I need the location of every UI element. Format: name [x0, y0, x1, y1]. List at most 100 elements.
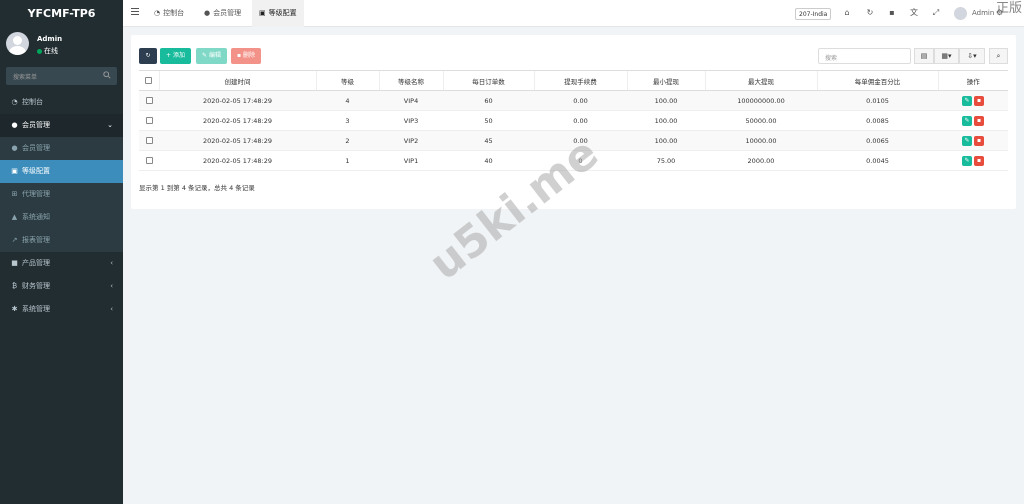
- column-header[interactable]: 提现手续费: [533, 70, 627, 91]
- row-checkbox-cell[interactable]: [139, 90, 159, 111]
- export-button[interactable]: ⇩▾: [959, 48, 985, 64]
- edit-row-icon[interactable]: ✎: [962, 115, 972, 126]
- menu-toggle-icon[interactable]: [131, 8, 139, 17]
- chart-icon: ↗: [11, 236, 18, 244]
- bell-icon: ▲: [11, 213, 18, 221]
- tab-level-config[interactable]: ▣ 等级配置: [252, 0, 304, 27]
- cell-level-name: VIP1: [379, 150, 443, 171]
- sidebar-item-level-config[interactable]: ▣ 等级配置: [0, 160, 123, 183]
- topbar-user-name[interactable]: Admin: [972, 9, 994, 17]
- chevron-left-icon: ‹: [110, 305, 113, 313]
- region-select[interactable]: 207-India: [795, 8, 832, 20]
- checkbox[interactable]: [145, 77, 153, 84]
- sitemap-icon: ⊞: [11, 190, 18, 198]
- tab-members[interactable]: ● 会员管理: [197, 0, 248, 27]
- sidebar-item-label: 财务管理: [22, 282, 50, 290]
- sidebar: YFCMF-TP6 Admin 在线 搜索菜单 ◔ 控制台 ● 会员管理 ⌄ ● 会员管…: [0, 0, 123, 504]
- sidebar-item-label: 控制台: [22, 98, 43, 106]
- members-submenu: ● 会员管理 ▣ 等级配置 ⊞ 代理管理 ▲ 系统通知 ↗ 报表管理: [0, 137, 123, 252]
- sidebar-item-member-manage[interactable]: ● 会员管理: [0, 137, 123, 160]
- brand-logo[interactable]: YFCMF-TP6: [0, 0, 123, 27]
- cell-daily-orders: 40: [443, 150, 534, 171]
- refresh-icon[interactable]: ↻: [865, 8, 875, 18]
- user-icon: ●: [11, 121, 18, 129]
- home-icon[interactable]: ⌂: [842, 8, 852, 18]
- checkbox[interactable]: [145, 117, 153, 124]
- sidebar-item-system[interactable]: ✱ 系统管理 ‹: [0, 298, 123, 321]
- row-checkbox-cell[interactable]: [139, 150, 159, 171]
- chevron-left-icon: ‹: [110, 282, 113, 290]
- fullscreen-icon[interactable]: ⤢: [931, 8, 941, 18]
- column-header[interactable]: 等级: [315, 70, 379, 91]
- edit-row-icon[interactable]: ✎: [962, 135, 972, 146]
- level-icon: ▣: [11, 167, 18, 175]
- cell-level-name: VIP4: [379, 90, 443, 111]
- avatar[interactable]: [954, 7, 967, 20]
- sidebar-item-agent[interactable]: ⊞ 代理管理: [0, 183, 123, 206]
- add-button[interactable]: + 添加: [160, 48, 191, 64]
- delete-row-icon[interactable]: ▪: [974, 135, 984, 146]
- dashboard-icon: ◔: [11, 98, 18, 106]
- column-header[interactable]: 创建时间: [158, 70, 316, 91]
- sidebar-item-members[interactable]: ● 会员管理 ⌄: [0, 114, 123, 137]
- cell-max-withdraw: 50000.00: [705, 110, 817, 131]
- column-header[interactable]: 最小提现: [626, 70, 705, 91]
- tab-dashboard[interactable]: ◔ 控制台: [147, 0, 191, 27]
- select-all-checkbox[interactable]: [139, 70, 159, 91]
- cell-created: 2020-02-05 17:48:29: [159, 150, 316, 171]
- edit-button[interactable]: ✎ 编辑: [196, 48, 227, 64]
- checkbox[interactable]: [145, 137, 153, 144]
- cell-level: 4: [316, 90, 379, 111]
- sidebar-item-notice[interactable]: ▲ 系统通知: [0, 206, 123, 229]
- sidebar-search-input[interactable]: 搜索菜单: [6, 67, 117, 85]
- cell-min-withdraw: 100.00: [627, 110, 705, 131]
- table-search-input[interactable]: 搜索: [818, 48, 911, 64]
- sidebar-item-label: 系统管理: [22, 305, 50, 313]
- table-icon: ▤: [920, 52, 928, 60]
- sidebar-item-finance[interactable]: ₿ 财务管理 ‹: [0, 275, 123, 298]
- cell-level: 1: [316, 150, 379, 171]
- translate-icon[interactable]: 文: [909, 8, 919, 18]
- table-row[interactable]: 2020-02-05 17:48:29 3 VIP3 50 0.00 100.0…: [139, 110, 1008, 131]
- delete-row-icon[interactable]: ▪: [974, 155, 984, 166]
- edit-row-icon[interactable]: ✎: [962, 95, 972, 106]
- sidebar-item-products[interactable]: ■ 产品管理 ‹: [0, 252, 123, 275]
- chevron-left-icon: ‹: [110, 259, 113, 267]
- cell-min-withdraw: 100.00: [627, 130, 705, 151]
- cell-withdraw-fee: 0.00: [534, 110, 627, 131]
- advanced-search-button[interactable]: ⌕: [989, 48, 1008, 64]
- cell-created: 2020-02-05 17:48:29: [159, 110, 316, 131]
- cell-created: 2020-02-05 17:48:29: [159, 130, 316, 151]
- delete-row-icon[interactable]: ▪: [974, 95, 984, 106]
- bitcoin-icon: ₿: [11, 282, 18, 290]
- sidebar-item-label: 系统通知: [22, 213, 50, 221]
- sidebar-item-report[interactable]: ↗ 报表管理: [0, 229, 123, 252]
- column-header[interactable]: 最大提现: [704, 70, 817, 91]
- edit-row-icon[interactable]: ✎: [962, 155, 972, 166]
- gears-icon: ✱: [11, 305, 18, 313]
- search-icon[interactable]: [103, 71, 111, 79]
- sidebar-item-dashboard[interactable]: ◔ 控制台: [0, 91, 123, 114]
- refresh-button[interactable]: ↻: [139, 48, 157, 64]
- cell-commission: 0.0105: [817, 90, 938, 111]
- tab-label: 会员管理: [213, 9, 242, 17]
- sidebar-menu: ◔ 控制台 ● 会员管理 ⌄ ● 会员管理 ▣ 等级配置 ⊞ 代理管理 ▲ 系统通知 ↗ 报表管…: [0, 91, 123, 321]
- user-status: 在线: [37, 46, 58, 56]
- column-header[interactable]: 每日订单数: [442, 70, 534, 91]
- delete-button[interactable]: ▪ 删除: [231, 48, 261, 64]
- cell-daily-orders: 50: [443, 110, 534, 131]
- column-header[interactable]: 等级名称: [378, 70, 443, 91]
- column-header[interactable]: 每单佣金百分比: [816, 70, 938, 91]
- checkbox[interactable]: [145, 157, 153, 164]
- table-search-placeholder: 搜索: [825, 55, 838, 62]
- trash-icon[interactable]: ▪: [887, 8, 897, 18]
- delete-row-icon[interactable]: ▪: [974, 115, 984, 126]
- column-header: 操作: [937, 70, 1008, 91]
- sidebar-item-label: 会员管理: [22, 121, 50, 129]
- row-checkbox-cell[interactable]: [139, 110, 159, 131]
- toggle-view-button[interactable]: ▤: [914, 48, 934, 64]
- table-row[interactable]: 2020-02-05 17:48:29 4 VIP4 60 0.00 100.0…: [139, 90, 1008, 111]
- columns-button[interactable]: ▦▾: [934, 48, 959, 64]
- row-checkbox-cell[interactable]: [139, 130, 159, 151]
- checkbox[interactable]: [145, 97, 153, 104]
